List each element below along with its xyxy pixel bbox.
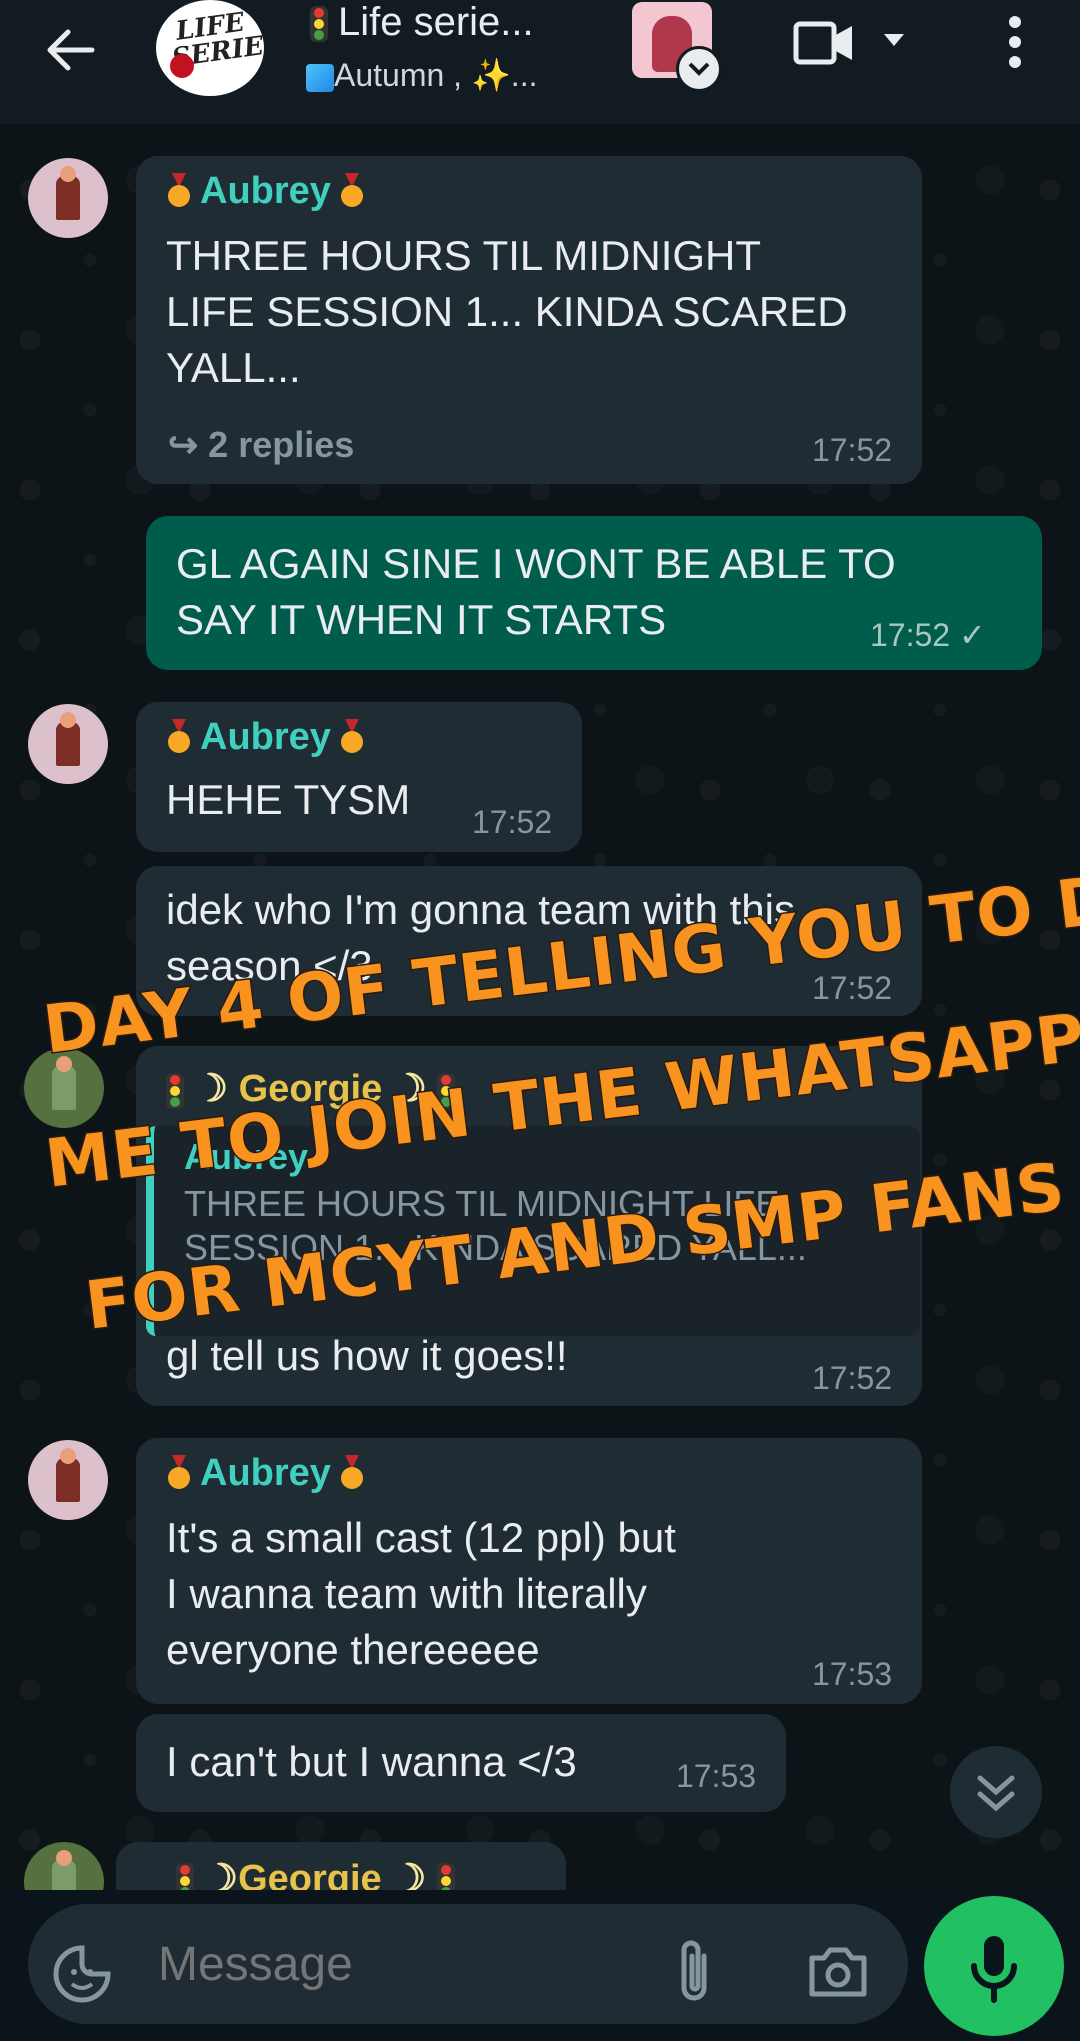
message-bubble[interactable]: Aubrey It's a small cast (12 ppl) but I … [136,1438,922,1704]
message-bubble[interactable]: I can't but I wanna </3 17:53 [136,1714,786,1812]
moon-icon: ☽ [204,1858,239,1890]
medal-icon [339,719,365,753]
message-text: THREE HOURS TIL MIDNIGHT LIFE SESSION 1.… [166,232,848,391]
message-bubble[interactable]: idek who I'm gonna team with this season… [136,866,922,1016]
chevron-down-badge-icon[interactable] [676,46,722,92]
message-bubble[interactable]: Aubrey HEHE TYSM 17:52 [136,702,582,852]
replies-link[interactable]: ↪ 2 replies [168,424,354,466]
more-options-icon[interactable] [1000,14,1030,70]
logo-blot [170,54,194,78]
message-bubble[interactable]: Aubrey THREE HOURS TIL MIDNIGHT LIFE SES… [136,156,922,484]
sender-avatar[interactable] [28,158,108,238]
reply-arrow-icon: ↪ [168,424,209,465]
attach-paperclip-icon[interactable] [670,1938,720,2008]
message-bubble[interactable]: ☽ Georgie ☽ Aubrey THREE HOURS TIL MIDNI… [136,1046,922,1406]
group-subtitle: Autumn , ✨... [334,57,538,93]
message-time: 17:52 [472,804,553,840]
chat-header: LIFE SERIES Life serie... Autumn , ✨... [0,0,1080,124]
sender-name[interactable]: ☽ Georgie ☽ [166,1066,465,1111]
medal-icon [166,1455,192,1489]
quoted-sender: Aubrey [184,1136,309,1177]
moon-icon: ☽ [194,1068,239,1110]
traffic-light-icon [310,6,328,43]
medal-icon [166,719,192,753]
sender-avatar[interactable] [24,1048,104,1128]
moon-icon: ☽ [382,1068,438,1110]
traffic-light-icon [436,1862,455,1890]
group-avatar[interactable]: LIFE SERIES [156,0,264,96]
call-dropdown-icon[interactable] [880,30,908,50]
camera-icon[interactable] [806,1944,870,2000]
medal-icon [339,1455,365,1489]
message-time: 17:52 [812,1360,893,1396]
quoted-message[interactable]: Aubrey THREE HOURS TIL MIDNIGHT LIFE SES… [146,1126,920,1336]
message-text: I can't but I wanna </3 [166,1738,577,1785]
back-arrow-icon[interactable] [40,20,100,80]
message-text: idek who I'm gonna team with this season… [166,886,795,989]
message-time: 17:52 [812,970,893,1006]
group-subtitle-row[interactable]: Autumn , ✨... [306,56,537,94]
traffic-light-icon [437,1072,456,1109]
message-input[interactable] [156,1936,640,1993]
microphone-icon [971,1936,1017,2003]
group-title: Life serie... [338,0,534,44]
sender-avatar[interactable] [28,1440,108,1520]
sticker-emoji-icon[interactable] [52,1944,112,2004]
sender-name[interactable]: Aubrey [166,716,373,759]
scroll-to-bottom-button[interactable] [950,1746,1042,1838]
video-call-icon[interactable] [792,18,856,68]
message-text: It's a small cast (12 ppl) but I wanna t… [166,1514,676,1673]
sent-check-icon: ✓ [958,617,986,653]
sender-name[interactable]: Aubrey [166,170,373,213]
message-bubble[interactable]: ☽Georgie ☽ [116,1842,566,1890]
message-time: 17:53 [676,1758,757,1794]
message-time: 17:52 [812,432,893,468]
group-title-row[interactable]: Life serie... [310,0,534,45]
outgoing-message-bubble[interactable]: GL AGAIN SINE I WONT BE ABLE TO SAY IT W… [146,516,1042,670]
voice-record-button[interactable] [924,1896,1064,2036]
wand-emoji-icon [306,63,334,92]
medal-icon [166,173,192,207]
message-text: gl tell us how it goes!! [166,1332,568,1379]
sender-avatar[interactable] [28,704,108,784]
double-chevron-down-icon [977,1775,1015,1812]
message-time: 17:52 ✓ [870,617,986,653]
message-text: HEHE TYSM [166,776,411,823]
quoted-text: THREE HOURS TIL MIDNIGHT LIFE SESSION 1.… [184,1183,807,1268]
medal-icon [339,173,365,207]
traffic-light-icon [176,1862,194,1890]
sender-name[interactable]: ☽Georgie ☽ [176,1856,465,1890]
message-time: 17:53 [812,1656,893,1692]
sender-name[interactable]: Aubrey [166,1452,373,1495]
moon-icon: ☽ [381,1858,437,1890]
traffic-light-icon [166,1072,184,1109]
